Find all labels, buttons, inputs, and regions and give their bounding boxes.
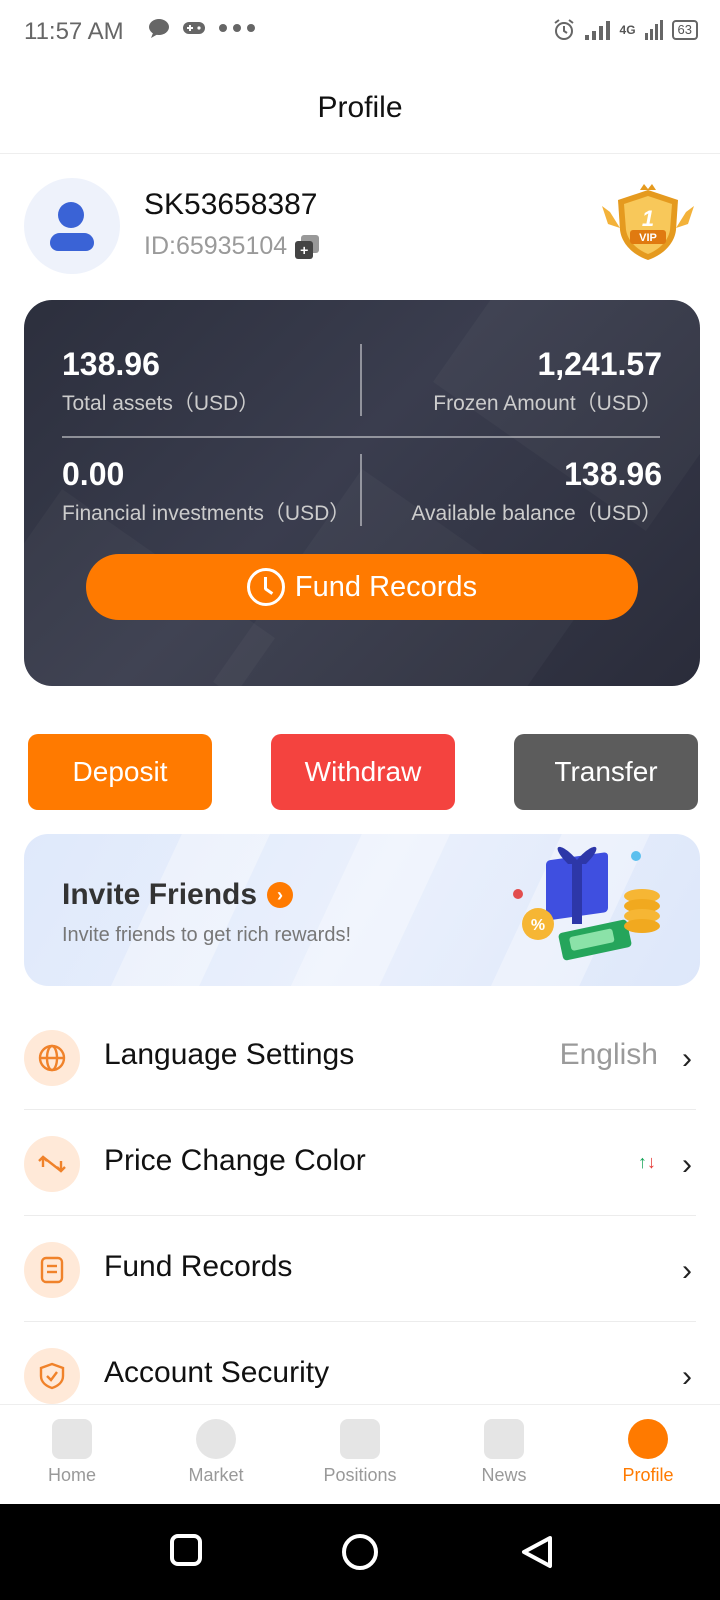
chevron-right-icon: ›	[682, 1254, 692, 1287]
settings-item-fund-records[interactable]: Fund Records ›	[24, 1216, 696, 1322]
invite-subtitle: Invite friends to get rich rewards!	[62, 924, 352, 946]
home-icon	[52, 1419, 92, 1459]
signal-icon	[584, 21, 610, 40]
available-balance-value: 138.96	[564, 456, 662, 492]
nav-label: News	[481, 1465, 527, 1485]
user-id: ID:65935104	[144, 232, 288, 260]
user-id-row: ID:65935104 +	[144, 232, 320, 261]
fund-records-button[interactable]: Fund Records	[86, 554, 638, 620]
nav-item-profile[interactable]: Profile	[576, 1405, 720, 1504]
globe-icon	[24, 1030, 80, 1086]
home-button[interactable]	[342, 1534, 378, 1570]
system-nav-bar	[0, 1504, 720, 1600]
status-time: 11:57 AM	[24, 18, 124, 45]
financial-investments-value: 0.00	[62, 456, 125, 492]
transfer-button[interactable]: Transfer	[514, 734, 698, 810]
svg-text:1: 1	[642, 206, 654, 231]
avatar[interactable]	[24, 178, 120, 274]
status-bar: 11:57 AM 4G 63	[0, 0, 720, 62]
bottom-nav: Home Market Positions News Profile	[0, 1404, 720, 1504]
page-header: Profile	[0, 62, 720, 154]
chat-icon	[149, 19, 169, 38]
total-assets-value: 138.96	[62, 346, 160, 382]
assets-card: 138.96 Total assets（USD） 1,241.57 Frozen…	[24, 300, 700, 686]
avatar-body	[50, 233, 94, 251]
settings-item-label: Language Settings	[104, 1038, 355, 1071]
chevron-right-icon: ›	[682, 1042, 692, 1075]
deposit-button[interactable]: Deposit	[28, 734, 212, 810]
system-status: 4G 63	[552, 18, 698, 42]
settings-item-value: English	[559, 1038, 658, 1071]
settings-item-label: Account Security	[104, 1356, 330, 1389]
vip-badge-icon: 1 VIP	[602, 184, 694, 260]
settings-item-language[interactable]: Language Settings English ›	[24, 1004, 696, 1110]
chart-icon	[340, 1419, 380, 1459]
frozen-amount-label: Frozen Amount（USD）	[433, 392, 662, 415]
user-info: SK53658387 ID:65935104 + 1 VIP	[24, 178, 696, 274]
arrow-right-icon: ›	[267, 882, 294, 908]
withdraw-button[interactable]: Withdraw	[271, 734, 455, 810]
invite-title-row: Invite Friends ›	[62, 878, 294, 912]
financial-investments: 0.00 Financial investments（USD）	[62, 456, 350, 527]
total-assets-label: Total assets（USD）	[62, 392, 260, 415]
settings-item-label: Price Change Color	[104, 1144, 366, 1177]
dollar-coin-icon	[196, 1419, 236, 1459]
chevron-right-icon: ›	[682, 1360, 692, 1393]
nav-label: Positions	[323, 1465, 397, 1485]
network-type: 4G	[619, 23, 636, 37]
nav-label: Market	[188, 1465, 244, 1485]
nav-item-home[interactable]: Home	[0, 1405, 144, 1504]
gift-icon: %	[513, 846, 660, 961]
chevron-right-icon: ›	[682, 1148, 692, 1181]
action-buttons: Deposit Withdraw Transfer	[28, 734, 698, 810]
nav-item-positions[interactable]: Positions	[288, 1405, 432, 1504]
copy-icon[interactable]: +	[295, 234, 320, 259]
page-title: Profile	[317, 91, 403, 124]
profile-icon	[628, 1419, 668, 1459]
nav-label: Home	[47, 1465, 96, 1485]
battery-icon: 63	[671, 20, 698, 40]
nav-label: Profile	[622, 1465, 674, 1485]
svg-text:VIP: VIP	[639, 232, 657, 244]
financial-investments-label: Financial investments（USD）	[62, 502, 351, 525]
svg-text:%: %	[531, 917, 545, 934]
frozen-amount: 1,241.57 Frozen Amount（USD）	[433, 346, 662, 417]
nav-item-news[interactable]: News	[432, 1405, 576, 1504]
frozen-amount-value: 1,241.57	[537, 346, 662, 382]
available-balance-label: Available balance（USD）	[411, 502, 662, 525]
clock-icon	[246, 568, 285, 606]
signal-2-icon	[644, 20, 663, 40]
recent-apps-button[interactable]	[170, 1534, 202, 1566]
news-icon	[484, 1419, 524, 1459]
up-down-arrows-icon: ↑↓	[638, 1152, 656, 1172]
shield-icon	[24, 1348, 80, 1404]
username: SK53658387	[144, 188, 318, 221]
notification-icons	[148, 18, 256, 38]
divider	[360, 454, 362, 526]
invite-friends-banner[interactable]: Invite Friends › Invite friends to get r…	[24, 834, 700, 986]
divider	[360, 344, 362, 416]
settings-item-price-color[interactable]: Price Change Color ↑↓ ›	[24, 1110, 696, 1216]
nav-item-market[interactable]: Market	[144, 1405, 288, 1504]
swap-icon	[24, 1136, 80, 1192]
total-assets: 138.96 Total assets（USD）	[62, 346, 259, 417]
document-icon	[24, 1242, 80, 1298]
settings-list: Language Settings English › Price Change…	[24, 1004, 696, 1428]
alarm-icon	[553, 19, 574, 40]
invite-title: Invite Friends	[62, 878, 258, 911]
fund-records-button-label: Fund Records	[294, 570, 478, 603]
more-icon	[219, 24, 255, 32]
divider	[62, 436, 660, 438]
avatar-head	[58, 202, 84, 228]
gamepad-icon	[183, 22, 205, 34]
available-balance: 138.96 Available balance（USD）	[411, 456, 662, 527]
back-button[interactable]	[520, 1534, 554, 1570]
settings-item-label: Fund Records	[104, 1250, 293, 1283]
